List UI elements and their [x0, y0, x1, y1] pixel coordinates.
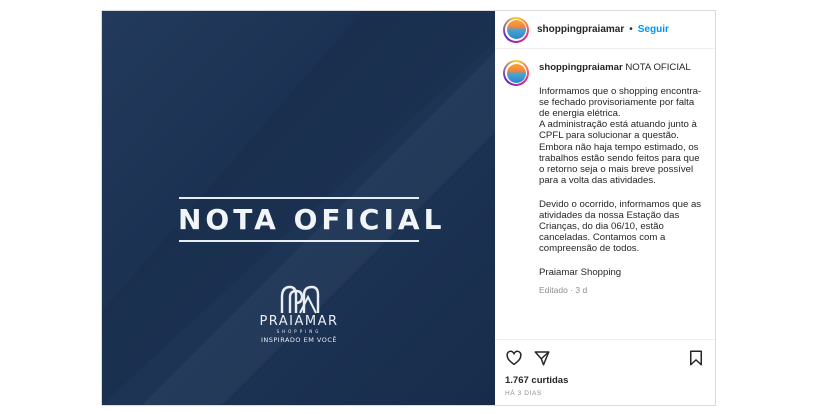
caption-signature: Praiamar Shopping — [539, 267, 622, 279]
caption-meta: Editado · 3 d — [539, 284, 588, 295]
post-timestamp: HÁ 3 DIAS — [505, 390, 542, 397]
post-image[interactable]: NOTA OFICIAL PRAIAMAR SHOPPING INSPIRADO… — [102, 11, 495, 405]
headline: NOTA OFICIAL — [178, 203, 446, 236]
caption-paragraph-2: A administração está atuando junto à CPF… — [539, 119, 700, 186]
post-header: shoppingpraiamar • Seguir — [495, 11, 715, 49]
caption: shoppingpraiamar NOTA OFICIAL Informamos… — [539, 60, 705, 296]
separator-dot: • — [629, 24, 633, 35]
headline-block: NOTA OFICIAL — [178, 197, 446, 242]
follow-button[interactable]: Seguir — [638, 24, 669, 35]
avatar[interactable] — [503, 16, 529, 43]
action-bar — [495, 339, 715, 375]
header-username[interactable]: shoppingpraiamar — [537, 24, 624, 35]
caption-avatar[interactable] — [503, 60, 529, 86]
brand-name: PRAIAMAR — [259, 314, 339, 329]
profile-logo-icon — [506, 20, 526, 39]
brand-wordmark: PRAIAMAR SHOPPING INSPIRADO EM VOCÊ — [232, 315, 366, 345]
caption-area: shoppingpraiamar NOTA OFICIAL Informamos… — [495, 49, 715, 339]
caption-title: NOTA OFICIAL — [625, 62, 691, 73]
paper-plane-icon[interactable] — [533, 349, 551, 367]
brand-tagline: INSPIRADO EM VOCÊ — [260, 336, 337, 344]
bookmark-icon[interactable] — [687, 349, 705, 367]
profile-logo-icon — [506, 63, 526, 83]
instagram-post: NOTA OFICIAL PRAIAMAR SHOPPING INSPIRADO… — [101, 10, 716, 406]
likes-count[interactable]: 1.767 curtidas — [495, 375, 715, 386]
caption-paragraph-3: Devido o ocorrido, informamos que as ati… — [539, 198, 702, 255]
post-sidebar: shoppingpraiamar • Seguir shoppingpraiam… — [495, 11, 715, 405]
caption-paragraph-1: Informamos que o shopping encontra-se fe… — [539, 86, 702, 120]
heart-icon[interactable] — [505, 349, 523, 367]
headline-rule-bottom — [179, 240, 419, 242]
caption-username[interactable]: shoppingpraiamar — [539, 62, 623, 73]
